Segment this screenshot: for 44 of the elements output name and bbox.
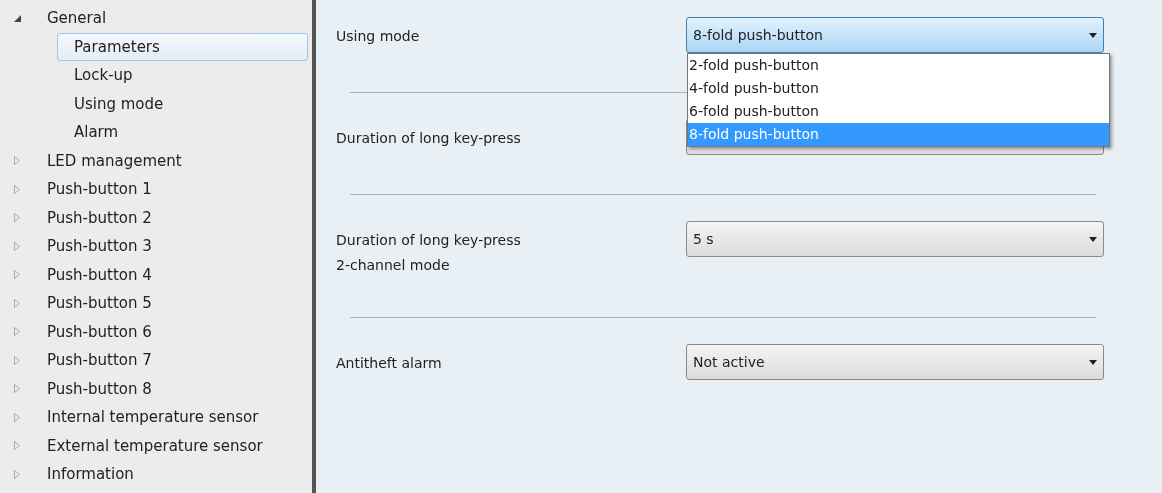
parameter-label: 2-channel mode — [336, 256, 451, 275]
caret-icon — [1089, 236, 1097, 242]
tree-item[interactable]: Alarm — [57, 118, 308, 147]
tree-item[interactable]: General — [46, 4, 108, 33]
tree-item[interactable]: LED management — [46, 146, 183, 175]
dropdown-option[interactable]: 6-fold push-button — [688, 100, 1109, 123]
dropdown[interactable]: 8-fold push-button — [686, 17, 1104, 53]
collapsed-triangle-icon[interactable] — [14, 355, 20, 365]
tree-item[interactable]: Push-button 5 — [46, 289, 153, 318]
tree-item[interactable]: Push-button 3 — [46, 232, 153, 261]
tree-item[interactable]: Using mode — [57, 89, 308, 118]
collapsed-triangle-icon[interactable] — [14, 298, 20, 308]
parameter-label: Duration of long key-press — [336, 231, 522, 250]
tree-item[interactable]: Parameters — [57, 32, 308, 61]
caret-icon — [1089, 32, 1097, 38]
tree-item[interactable]: External temperature sensor — [46, 431, 264, 460]
dropdown-option[interactable]: 4-fold push-button — [688, 77, 1109, 100]
collapsed-triangle-icon[interactable] — [14, 241, 20, 251]
expanded-triangle-icon[interactable] — [14, 14, 21, 22]
caret-icon — [1089, 359, 1097, 365]
collapsed-triangle-icon[interactable] — [14, 441, 20, 451]
collapsed-triangle-icon[interactable] — [14, 270, 20, 280]
tree-item[interactable]: Push-button 6 — [46, 317, 153, 346]
collapsed-triangle-icon[interactable] — [14, 412, 20, 422]
collapsed-triangle-icon[interactable] — [14, 384, 20, 394]
tree-item[interactable]: Push-button 7 — [46, 346, 153, 375]
dropdown[interactable]: 5 s — [686, 221, 1104, 257]
collapsed-triangle-icon[interactable] — [14, 213, 20, 223]
collapsed-triangle-icon[interactable] — [14, 184, 20, 194]
parameter-label: Using mode — [336, 27, 421, 46]
collapsed-triangle-icon[interactable] — [14, 327, 20, 337]
tree-item[interactable]: Push-button 8 — [46, 374, 153, 403]
dropdown-option[interactable]: 2-fold push-button — [688, 54, 1109, 77]
tree-item[interactable]: Push-button 1 — [46, 175, 153, 204]
collapsed-triangle-icon[interactable] — [14, 156, 20, 166]
parameter-label: Antitheft alarm — [336, 354, 443, 373]
tree-item[interactable]: Push-button 4 — [46, 260, 153, 289]
tree-item[interactable]: Lock-up — [57, 61, 308, 90]
collapsed-triangle-icon[interactable] — [14, 469, 20, 479]
parameter-label: Duration of long key-press — [336, 129, 522, 148]
dropdown[interactable]: Not active — [686, 344, 1104, 380]
tree-item[interactable]: Information — [46, 460, 135, 489]
tree-item[interactable]: Internal temperature sensor — [46, 403, 260, 432]
tree-item[interactable]: Push-button 2 — [46, 203, 153, 232]
